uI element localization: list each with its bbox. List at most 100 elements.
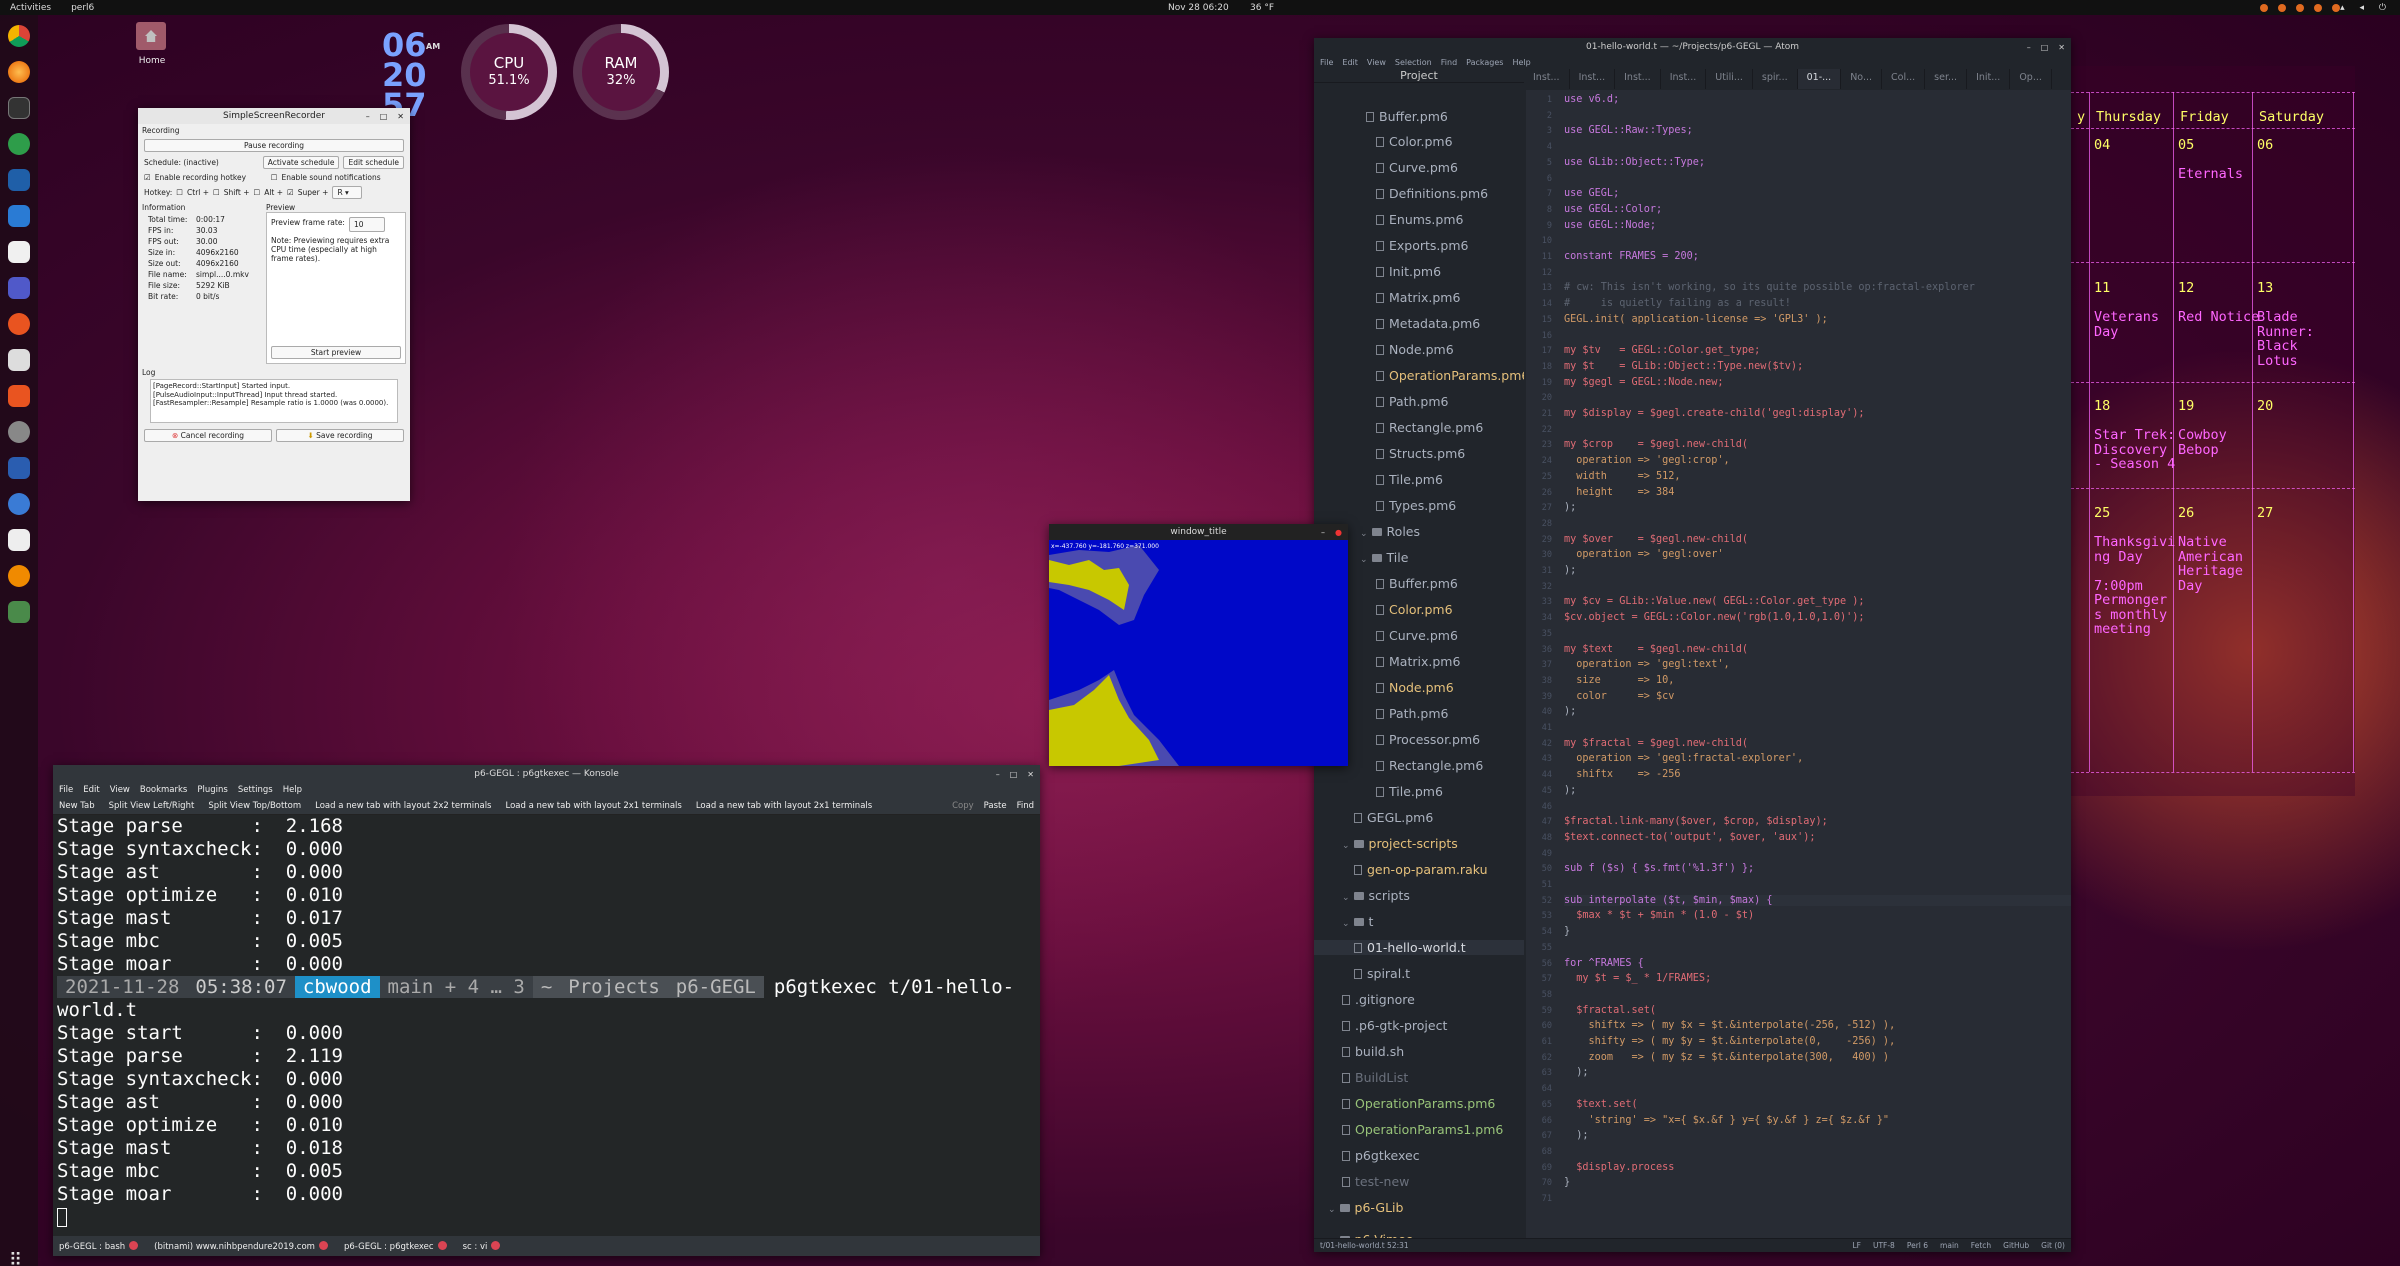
- code-line[interactable]: $fractal.link-many($over, $crop, $displa…: [1564, 816, 1828, 827]
- close-tab-icon[interactable]: [129, 1240, 139, 1250]
- editor-tab[interactable]: Utili...: [1706, 69, 1753, 89]
- inkscape-icon[interactable]: [8, 529, 30, 551]
- menu-item[interactable]: Packages: [1466, 58, 1503, 67]
- menu-item[interactable]: Selection: [1395, 58, 1432, 67]
- code-line[interactable]: sub f ($s) { $s.fmt('%1.3f') };: [1564, 863, 1754, 874]
- code-line[interactable]: color => $cv: [1564, 691, 1674, 702]
- code-line[interactable]: );: [1564, 785, 1576, 796]
- tray-icon[interactable]: [2332, 3, 2340, 12]
- tree-file[interactable]: OperationParams1.pm6: [1342, 1122, 1503, 1137]
- tree-file[interactable]: Matrix.pm6: [1376, 654, 1460, 669]
- maximize-icon[interactable]: □: [1010, 770, 1018, 779]
- tree-file[interactable]: Curve.pm6: [1376, 628, 1458, 643]
- minimize-icon[interactable]: –: [996, 770, 1000, 779]
- trash-icon[interactable]: [8, 601, 30, 623]
- tree-file[interactable]: test-new: [1342, 1174, 1409, 1189]
- maximize-icon[interactable]: □: [380, 112, 388, 121]
- tree-file[interactable]: Node.pm6: [1376, 680, 1454, 695]
- toolbar-button[interactable]: New Tab: [59, 801, 95, 811]
- ctrl-checkbox[interactable]: ☐: [176, 188, 183, 197]
- tree-file[interactable]: build.sh: [1342, 1044, 1404, 1059]
- app-menu[interactable]: perl6: [71, 3, 94, 13]
- chrome-icon[interactable]: [8, 25, 30, 47]
- browser-icon[interactable]: [8, 493, 30, 515]
- code-line[interactable]: my $cv = GLib::Value.new( GEGL::Color.ge…: [1564, 596, 1865, 607]
- pause-recording-button[interactable]: Pause recording: [144, 139, 404, 152]
- activate-schedule-button[interactable]: Activate schedule: [262, 156, 340, 169]
- close-tab-icon[interactable]: [491, 1240, 501, 1250]
- menu-item[interactable]: Help: [283, 785, 302, 795]
- code-line[interactable]: my $gegl = GEGL::Node.new;: [1564, 377, 1723, 388]
- tree-file[interactable]: Types.pm6: [1376, 498, 1456, 513]
- status-item[interactable]: Fetch: [1971, 1241, 1991, 1250]
- close-tab-icon[interactable]: [437, 1240, 447, 1250]
- code-line[interactable]: $cv.object = GEGL::Color.new('rgb(1.0,1.…: [1564, 612, 1865, 623]
- editor-tab[interactable]: Op...: [2010, 69, 2052, 89]
- code-line[interactable]: my $t = $_ * 1/FRAMES;: [1564, 973, 1711, 984]
- tree-file[interactable]: Path.pm6: [1376, 706, 1449, 721]
- code-line[interactable]: shifty => ( my $y = $t.&interpolate(0, -…: [1564, 1036, 1896, 1047]
- calendar-cell[interactable]: 19 Cowboy Bebop: [2178, 399, 2227, 457]
- code-line[interactable]: }: [1564, 1177, 1570, 1188]
- tree-folder[interactable]: ⌄ Tile: [1360, 550, 1408, 565]
- code-line[interactable]: use GEGL::Node;: [1564, 220, 1656, 231]
- editor-tab[interactable]: Inst...: [1524, 69, 1570, 89]
- code-line[interactable]: shiftx => -256: [1564, 769, 1680, 780]
- terminal-tab[interactable]: sc : vi: [463, 1240, 501, 1252]
- code-line[interactable]: }: [1564, 926, 1570, 937]
- calendar-cell[interactable]: 13 Blade Runner: Black Lotus: [2257, 281, 2314, 368]
- tree-file[interactable]: Buffer.pm6: [1376, 576, 1458, 591]
- tree-file[interactable]: Rectangle.pm6: [1376, 758, 1483, 773]
- calendar-cell[interactable]: 27: [2257, 506, 2273, 521]
- editor-tab[interactable]: Inst...: [1661, 69, 1707, 89]
- code-line[interactable]: my $display = $gegl.create-child('gegl:d…: [1564, 408, 1865, 419]
- status-item[interactable]: Git (0): [2041, 1241, 2065, 1250]
- code-line[interactable]: );: [1564, 1067, 1588, 1078]
- tree-file[interactable]: Curve.pm6: [1376, 160, 1458, 175]
- tray-icon[interactable]: [2314, 3, 2322, 12]
- code-line[interactable]: size => 10,: [1564, 675, 1674, 686]
- code-line[interactable]: operation => 'gegl:fractal-explorer',: [1564, 753, 1803, 764]
- teams-icon[interactable]: [8, 277, 30, 299]
- code-line[interactable]: GEGL.init( application-license => 'GPL3'…: [1564, 314, 1828, 325]
- terminal-tab[interactable]: p6-GEGL : p6gtkexec: [344, 1240, 447, 1252]
- tree-file[interactable]: Exports.pm6: [1376, 238, 1468, 253]
- tree-file[interactable]: OperationParams.pm6: [1376, 368, 1524, 383]
- editor-tab[interactable]: Init...: [1967, 69, 2011, 89]
- tree-file[interactable]: .p6-gtk-project: [1342, 1018, 1447, 1033]
- code-line[interactable]: operation => 'gegl:text',: [1564, 659, 1729, 670]
- close-icon[interactable]: ✕: [2058, 43, 2065, 52]
- clock[interactable]: Nov 28 06:20: [1168, 3, 1229, 13]
- code-line[interactable]: zoom => ( my $z = $t.&interpolate(300, 4…: [1564, 1052, 1890, 1063]
- editor-tab[interactable]: ser...: [1925, 69, 1968, 89]
- tree-file[interactable]: Color.pm6: [1376, 602, 1453, 617]
- tree-folder[interactable]: ⌄ p6-GLib: [1328, 1200, 1403, 1215]
- code-line[interactable]: my $t = GLib::Object::Type.new($tv);: [1564, 361, 1803, 372]
- terminal-output[interactable]: Stage parse : 2.168 Stage syntaxcheck: 0.…: [55, 815, 1030, 1236]
- menu-item[interactable]: Edit: [83, 785, 99, 795]
- code-line[interactable]: use GEGL::Color;: [1564, 204, 1662, 215]
- code-line[interactable]: operation => 'gegl:crop',: [1564, 455, 1729, 466]
- ssr-titlebar[interactable]: SimpleScreenRecorder – □ ✕: [138, 108, 410, 124]
- editor-icon[interactable]: [8, 169, 30, 191]
- status-item[interactable]: Perl 6: [1907, 1241, 1928, 1250]
- status-item[interactable]: main: [1940, 1241, 1959, 1250]
- hotkey-checkbox[interactable]: ☑: [144, 173, 151, 182]
- editor-tab[interactable]: Inst...: [1615, 69, 1661, 89]
- code-line[interactable]: my $over = $gegl.new-child(: [1564, 534, 1748, 545]
- code-line[interactable]: width => 512,: [1564, 471, 1680, 482]
- toolbar-button[interactable]: Load a new tab with layout 2x2 terminals: [315, 801, 491, 811]
- code-line[interactable]: constant FRAMES = 200;: [1564, 251, 1699, 262]
- terminal-tab[interactable]: p6-GEGL : bash: [59, 1240, 139, 1252]
- system-menu[interactable]: ▴ ◂ ⏻: [2340, 3, 2392, 13]
- code-line[interactable]: # is quietly failing as a result!: [1564, 298, 1791, 309]
- firefox-icon[interactable]: [8, 61, 30, 83]
- hotkey-select[interactable]: R ▾: [332, 186, 363, 199]
- menu-item[interactable]: Bookmarks: [140, 785, 188, 795]
- code-line[interactable]: shiftx => ( my $x = $t.&interpolate(-256…: [1564, 1020, 1896, 1031]
- tree-file[interactable]: Color.pm6: [1376, 134, 1453, 149]
- tree-file[interactable]: 01-hello-world.t: [1314, 940, 1524, 955]
- menu-item[interactable]: Settings: [238, 785, 273, 795]
- shift-checkbox[interactable]: ☐: [213, 188, 220, 197]
- code-line[interactable]: sub interpolate ($t, $min, $max) {: [1564, 894, 2071, 906]
